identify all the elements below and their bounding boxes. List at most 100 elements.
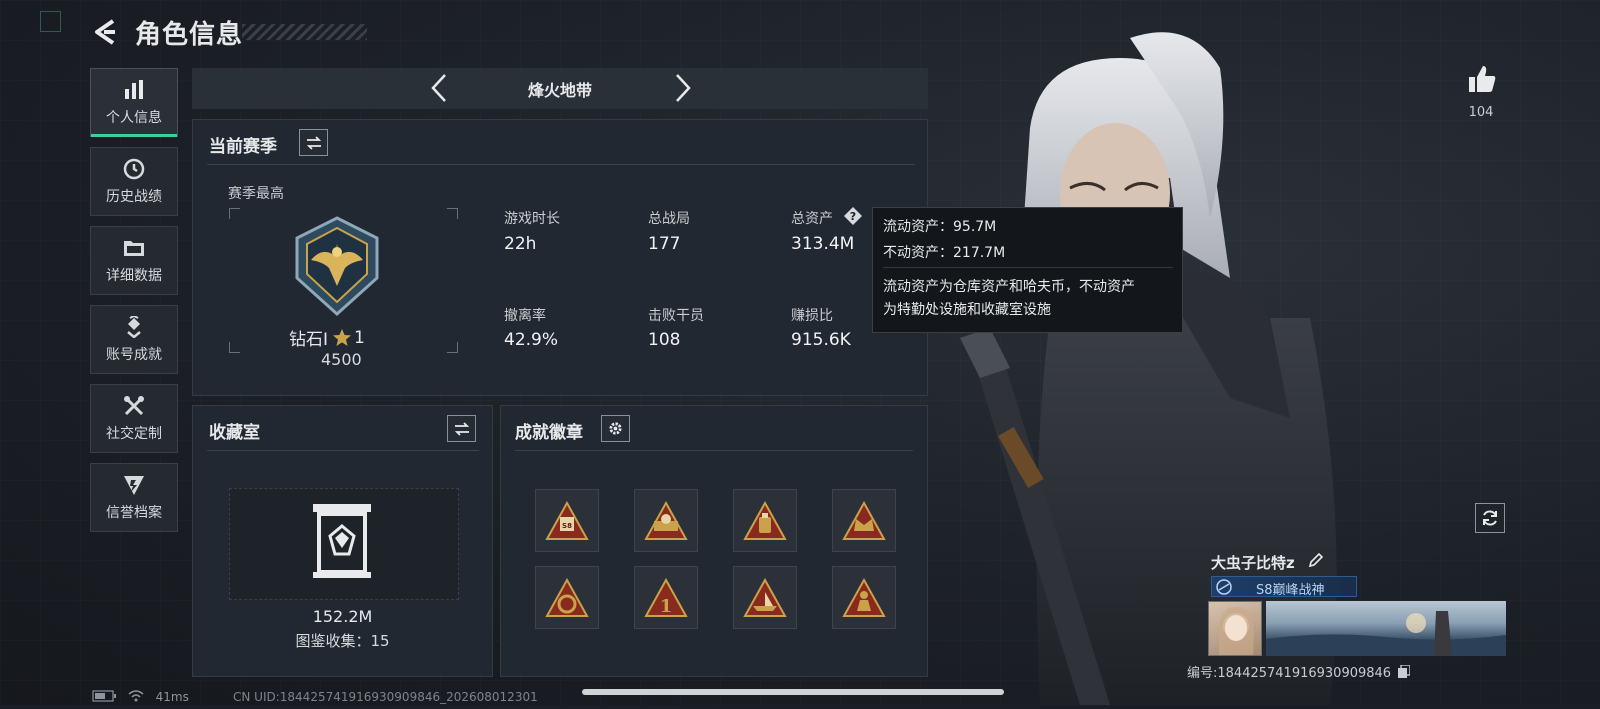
stat-value-operators-defeated: 108 (648, 330, 681, 350)
rank-stars: 1 (354, 327, 365, 348)
rank-name: 钻石Ⅰ (289, 330, 329, 350)
mode-name: 烽火地带 (527, 81, 592, 100)
tooltip-liquid-assets: 流动资产：95.7M (883, 219, 997, 235)
stat-label-total-matches: 总战局 (648, 211, 690, 227)
s8-badge-icon: S8 (545, 500, 589, 540)
corner-marker (40, 11, 61, 32)
stat-label-profit-loss-ratio: 赚损比 (791, 308, 833, 324)
achievement-badge-ammo[interactable] (634, 489, 698, 552)
section-divider (207, 164, 915, 165)
star-icon (333, 329, 352, 346)
crown-badge-icon (842, 500, 886, 540)
stat-value-extract-rate: 42.9% (504, 330, 559, 350)
collection-switch-button[interactable] (447, 415, 476, 442)
tooltip-fixed-assets: 不动资产：217.7M (883, 245, 1006, 261)
back-arrow-icon[interactable] (91, 17, 117, 47)
sidebar-item-social-custom[interactable]: 社交定制 (90, 384, 178, 453)
tools-icon (124, 395, 144, 415)
achievements-panel: 成就徽章 S8 1 (500, 405, 928, 677)
folder-icon (124, 240, 144, 256)
player-name: 大虫子比特z (1211, 554, 1295, 572)
ping-value: 41ms (155, 690, 189, 704)
collection-title: 收藏室 (209, 423, 260, 443)
season-switch-button[interactable] (299, 129, 328, 156)
chevron-right-icon (676, 74, 691, 102)
sidebar-item-history[interactable]: 历史战绩 (90, 147, 178, 216)
svg-text:S8: S8 (562, 522, 572, 530)
player-title-badge[interactable]: S8巅峰战神 (1211, 576, 1357, 598)
achievement-badge-s8[interactable]: S8 (535, 489, 599, 552)
stat-value-playtime: 22h (504, 234, 537, 254)
collection-catalog: 图鉴收集：15 (295, 632, 390, 650)
player-title-text: S8巅峰战神 (1256, 583, 1325, 598)
gear-icon (609, 422, 622, 435)
stat-value-total-matches: 177 (648, 234, 681, 254)
player-banner[interactable] (1266, 601, 1506, 656)
refresh-icon (1483, 510, 1497, 526)
ammo-badge-icon (644, 500, 688, 540)
home-indicator[interactable] (582, 689, 1004, 695)
svg-text:1: 1 (660, 596, 673, 617)
number-one-badge-icon: 1 (644, 577, 688, 617)
season-panel: 当前赛季 赛季最高 钻石Ⅰ 1 4500 游戏时长 22h 总战局 177 总资… (192, 119, 928, 396)
swap-icon (454, 421, 469, 436)
status-bar: 41ms (92, 690, 189, 704)
refresh-button[interactable] (1475, 503, 1505, 533)
sidebar-item-detailed-data[interactable]: 详细数据 (90, 226, 178, 295)
edit-name-icon[interactable] (1308, 552, 1324, 572)
stat-label-playtime: 游戏时长 (504, 211, 560, 227)
collection-panel[interactable]: 收藏室 152.2M 图鉴收集：15 (192, 405, 493, 677)
stat-label-total-assets: 总资产 (791, 211, 833, 227)
swap-icon (306, 135, 321, 150)
achievements-settings-button[interactable] (601, 415, 630, 442)
soldier-badge-icon (842, 577, 886, 617)
thumbs-up-icon[interactable] (1467, 64, 1497, 98)
assets-info-icon[interactable]: ? (844, 207, 862, 225)
title-emblem-icon (1216, 579, 1232, 595)
bar-chart-icon (125, 79, 143, 99)
mode-next-button[interactable] (672, 72, 694, 104)
tooltip-divider (883, 267, 1173, 268)
sidebar-item-label: 社交定制 (106, 425, 162, 442)
frame-corner (229, 208, 240, 219)
mode-selector: 烽火地带 (192, 68, 928, 109)
season-best-label: 赛季最高 (228, 186, 284, 202)
cn-uid: CN UID:18442574191693090984​6_2026080123… (233, 690, 538, 704)
tooltip-description-line1: 流动资产为仓库资产和哈夫币，不动资产 (883, 279, 1135, 295)
player-id: 编号:18442574191693090984​6 (1187, 662, 1411, 681)
sidebar-item-label: 历史战绩 (106, 188, 162, 205)
achievement-icon (127, 315, 141, 338)
rank-emblem-icon (289, 216, 385, 317)
achievement-badge-number-one[interactable]: 1 (634, 566, 698, 629)
frame-corner (229, 342, 240, 353)
sidebar-item-label: 个人信息 (106, 109, 162, 126)
achievement-badge-ship[interactable] (733, 566, 797, 629)
achievement-badge-bag[interactable] (733, 489, 797, 552)
sidebar-item-label: 详细数据 (106, 267, 162, 284)
assets-tooltip: 流动资产：95.7M 不动资产：217.7M 流动资产为仓库资产和哈夫币，不动资… (872, 207, 1183, 333)
bag-badge-icon (743, 500, 787, 540)
copy-icon[interactable] (1398, 664, 1411, 678)
stat-value-profit-loss-ratio: 915.6K (791, 330, 851, 350)
vault-icon (311, 502, 373, 580)
battery-icon (92, 690, 116, 702)
season-title: 当前赛季 (209, 137, 277, 157)
sidebar-item-credit-profile[interactable]: 信誉档案 (90, 463, 178, 532)
sidebar-item-label: 账号成就 (106, 346, 162, 363)
ship-badge-icon (743, 577, 787, 617)
frame-corner (447, 208, 458, 219)
sidebar-item-account-achievements[interactable]: 账号成就 (90, 305, 178, 374)
player-avatar[interactable] (1208, 601, 1262, 656)
achievement-badge-crown[interactable] (832, 489, 896, 552)
collection-value: 152.2M (312, 607, 373, 626)
wreath-badge-icon (545, 577, 589, 617)
achievement-badge-soldier[interactable] (832, 566, 896, 629)
player-id-text: 编号:18442574191693090984​6 (1187, 666, 1392, 681)
achievement-badge-wreath[interactable] (535, 566, 599, 629)
achievements-title: 成就徽章 (515, 423, 583, 443)
page-title: 角色信息 (135, 20, 244, 50)
stat-value-total-assets: 313.4M (791, 234, 855, 254)
shield-icon (124, 475, 144, 495)
svg-text:?: ? (850, 210, 856, 223)
sidebar-item-personal-info[interactable]: 个人信息 (90, 68, 178, 137)
